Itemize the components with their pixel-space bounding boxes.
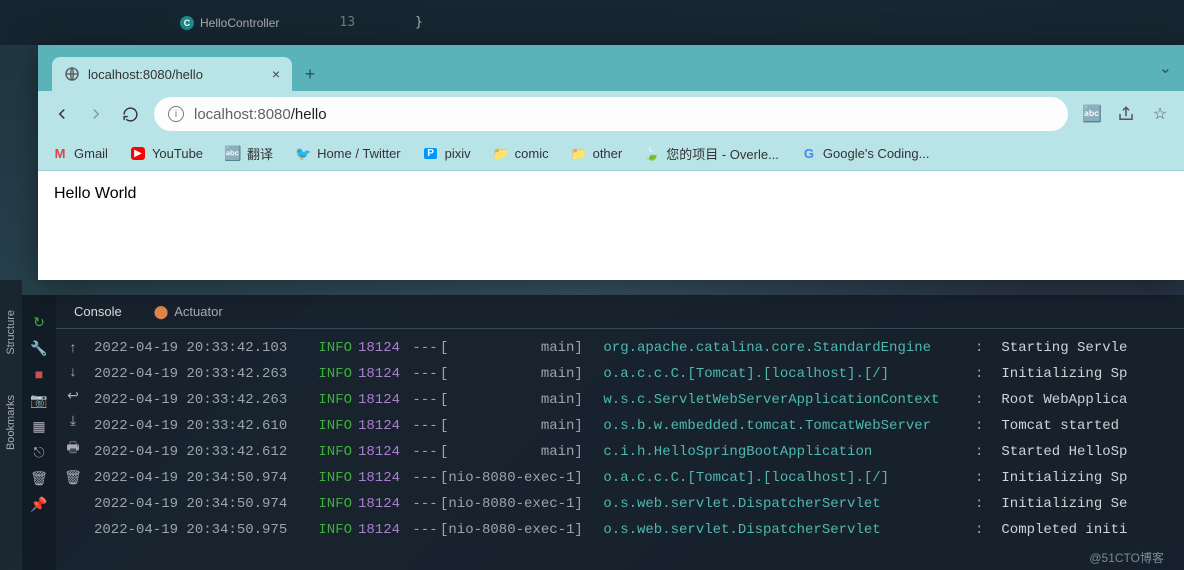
chevron-down-icon[interactable]: ⌄ (1159, 58, 1172, 78)
tab-actuator[interactable]: ⬤Actuator (148, 295, 229, 328)
bookmark-item[interactable]: 🍃 您的项目 - Overle... (644, 144, 779, 163)
scroll-end-icon[interactable]: ⤓ (70, 412, 76, 429)
scroll-up-icon[interactable]: ↑ (70, 339, 77, 355)
wrench-icon[interactable]: 🔧 (30, 339, 48, 357)
exit-icon[interactable]: ⎋ (30, 443, 48, 461)
bookmark-item[interactable]: ▶ YouTube (130, 146, 203, 162)
gmail-icon: M (52, 146, 68, 162)
log-row: 2022-04-19 20:34:50.975INFO18124 --- [ni… (94, 517, 1180, 543)
pin-icon[interactable]: 📌 (30, 495, 48, 513)
bolt-icon: ⬤ (154, 304, 169, 320)
bookmark-label: Google's Coding... (823, 146, 930, 161)
tab-console[interactable]: Console (68, 295, 128, 328)
new-tab-button[interactable]: + (296, 60, 324, 88)
bookmark-item[interactable]: 🐦 Home / Twitter (295, 146, 401, 162)
pixiv-icon: P (423, 146, 439, 162)
back-button[interactable] (52, 104, 72, 124)
bookmark-item[interactable]: 📁 other (571, 146, 623, 162)
browser-toolbar: i localhost:8080/hello 🔤 ☆ (38, 91, 1184, 137)
log-row: 2022-04-19 20:33:42.610INFO18124 --- [ m… (94, 413, 1180, 439)
page-body-text: Hello World (54, 185, 136, 202)
bookmark-label: 您的项目 - Overle... (666, 144, 779, 163)
layout-icon[interactable]: ▦ (30, 417, 48, 435)
close-icon[interactable]: × (272, 66, 280, 82)
url-text: localhost:8080/hello (194, 106, 327, 123)
folder-icon: 📁 (493, 146, 509, 162)
browser-tab[interactable]: localhost:8080/hello × (52, 57, 292, 91)
camera-icon[interactable]: 📷 (30, 391, 48, 409)
page-content: Hello World (38, 171, 1184, 280)
forward-button[interactable] (86, 104, 106, 124)
log-row: 2022-04-19 20:33:42.263INFO18124 --- [ m… (94, 361, 1180, 387)
bookmark-label: Gmail (74, 146, 108, 161)
project-tree-file[interactable]: C HelloController (180, 16, 279, 30)
ide-sidebar: Structure Bookmarks (0, 280, 22, 570)
print-icon[interactable]: 🖶 (66, 437, 79, 461)
bookmark-item[interactable]: 📁 comic (493, 146, 549, 162)
run-tool-window: ↻ 🔧 ■ 📷 ▦ ⎋ 🗑 📌 Console ⬤Actuator ↑ ↓ ↩ … (22, 295, 1184, 570)
bookmark-label: pixiv (445, 146, 471, 161)
soft-wrap-icon[interactable]: ↩ (67, 387, 79, 404)
sidebar-tab-bookmarks[interactable]: Bookmarks (5, 395, 17, 450)
google-icon: G (801, 146, 817, 162)
scroll-down-icon[interactable]: ↓ (70, 363, 77, 379)
ide-editor-top: C HelloController 13 } (0, 0, 1184, 45)
bookmark-item[interactable]: Ppixiv (423, 146, 471, 162)
log-row: 2022-04-19 20:34:50.974INFO18124 --- [ni… (94, 491, 1180, 517)
bookmark-item[interactable]: G Google's Coding... (801, 146, 930, 162)
editor-code-snippet: } (415, 15, 423, 30)
file-label: HelloController (200, 16, 279, 30)
bookmark-label: YouTube (152, 146, 203, 161)
log-row: 2022-04-19 20:33:42.612INFO18124 --- [ m… (94, 439, 1180, 465)
bookmark-label: comic (515, 146, 549, 161)
youtube-icon: ▶ (130, 146, 146, 162)
translate-icon: 🔤 (225, 146, 241, 162)
watermark: @51CTO博客 (1089, 549, 1164, 566)
console-tabs: Console ⬤Actuator (56, 295, 1184, 329)
console-output[interactable]: 2022-04-19 20:33:42.103INFO18124 --- [ m… (90, 329, 1184, 570)
log-row: 2022-04-19 20:34:50.974INFO18124 --- [ni… (94, 465, 1180, 491)
globe-icon (64, 66, 80, 82)
site-info-icon[interactable]: i (168, 106, 184, 122)
log-row: 2022-04-19 20:33:42.103INFO18124 --- [ m… (94, 335, 1180, 361)
folder-icon: 📁 (571, 146, 587, 162)
class-icon: C (180, 16, 194, 30)
twitter-icon: 🐦 (295, 146, 311, 162)
editor-line-number: 13 (339, 15, 355, 30)
reload-button[interactable] (120, 104, 140, 124)
overleaf-icon: 🍃 (644, 146, 660, 162)
translate-icon[interactable]: 🔤 (1082, 104, 1102, 124)
stop-icon[interactable]: ■ (30, 365, 48, 383)
browser-window: localhost:8080/hello × + ⌄ i localhost:8… (38, 45, 1184, 280)
console-controls: ↑ ↓ ↩ ⤓ 🖶 🗑 (56, 329, 90, 570)
share-icon[interactable] (1116, 104, 1136, 124)
bookmark-label: 翻译 (247, 144, 273, 163)
bookmarks-bar: M Gmail ▶ YouTube 🔤 翻译 🐦 Home / Twitter Ppixiv 📁 c… (38, 137, 1184, 171)
bookmark-label: other (593, 146, 623, 161)
clear-icon[interactable]: 🗑 (64, 469, 82, 486)
address-bar[interactable]: i localhost:8080/hello (154, 97, 1068, 131)
sidebar-tab-structure[interactable]: Structure (5, 310, 17, 355)
tab-title: localhost:8080/hello (88, 67, 203, 82)
log-row: 2022-04-19 20:33:42.263INFO18124 --- [ m… (94, 387, 1180, 413)
bookmark-item[interactable]: 🔤 翻译 (225, 144, 273, 163)
star-icon[interactable]: ☆ (1150, 104, 1170, 124)
rerun-icon[interactable]: ↻ (30, 313, 48, 331)
bookmark-label: Home / Twitter (317, 146, 401, 161)
run-gutter-left: ↻ 🔧 ■ 📷 ▦ ⎋ 🗑 📌 (22, 295, 56, 570)
trash-icon[interactable]: 🗑 (30, 469, 48, 487)
browser-tab-strip: localhost:8080/hello × + ⌄ (38, 45, 1184, 91)
bookmark-item[interactable]: M Gmail (52, 146, 108, 162)
